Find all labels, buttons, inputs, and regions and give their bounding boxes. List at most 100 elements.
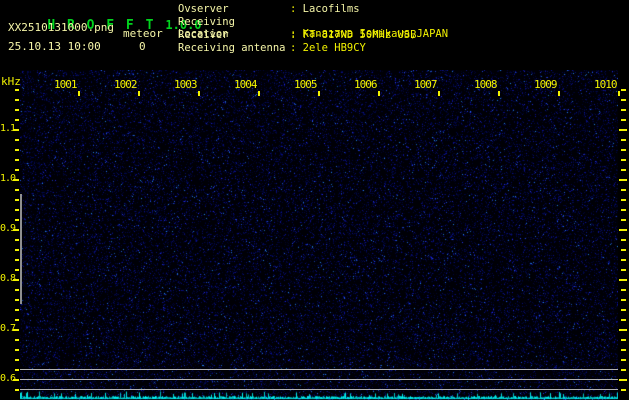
output-filename: XX2510131000.png xyxy=(8,21,114,34)
time-tick xyxy=(318,91,320,96)
time-tick xyxy=(198,91,200,96)
freq-tick-right xyxy=(621,289,626,291)
freq-axis-unit: kHz xyxy=(1,75,21,88)
freq-tick-right xyxy=(619,329,627,331)
freq-tick-left xyxy=(15,249,19,251)
freq-tick-right xyxy=(621,219,626,221)
freq-tick-left xyxy=(15,219,19,221)
freq-tick-left xyxy=(15,199,19,201)
freq-tick-left xyxy=(15,359,19,361)
info-label: Ovserver xyxy=(178,3,290,15)
info-row-observer: Ovserver: Lacofilms xyxy=(178,3,360,16)
datetime-label: 25.10.13 10:00 xyxy=(8,40,101,53)
freq-tick-label: 0.7 xyxy=(0,323,14,334)
time-tick-label: 1010 xyxy=(594,78,617,91)
freq-tick-right xyxy=(621,349,626,351)
time-tick-label: 1009 xyxy=(534,78,557,91)
freq-tick-left xyxy=(15,99,19,101)
freq-tick-left xyxy=(15,289,19,291)
freq-tick-left xyxy=(15,309,19,311)
freq-tick-left xyxy=(15,119,19,121)
freq-tick-left xyxy=(15,109,19,111)
time-tick xyxy=(618,91,620,96)
freq-tick-label: 0.6 xyxy=(0,373,14,384)
freq-tick-left xyxy=(15,149,19,151)
time-tick-label: 1008 xyxy=(474,78,497,91)
freq-tick-right xyxy=(621,209,626,211)
info-sep: : xyxy=(290,3,296,15)
freq-tick-right xyxy=(621,169,626,171)
freq-tick-right xyxy=(621,369,626,371)
freq-tick-right xyxy=(621,339,626,341)
freq-tick-left xyxy=(15,339,19,341)
freq-tick-left xyxy=(15,349,19,351)
time-tick-label: 1007 xyxy=(414,78,437,91)
info-row-location: Receiving Location: Kanazawa Ishikawa,JA… xyxy=(178,16,448,29)
freq-tick-right xyxy=(621,99,626,101)
freq-tick-right xyxy=(621,269,626,271)
time-tick xyxy=(438,91,440,96)
freq-tick-left xyxy=(15,299,19,301)
freq-tick-right xyxy=(621,319,626,321)
freq-tick-right xyxy=(621,199,626,201)
hrofft-screen: 1.11.00.90.80.70.61001100210031004100510… xyxy=(0,0,629,400)
time-tick-label: 1002 xyxy=(114,78,137,91)
time-tick xyxy=(498,91,500,96)
freq-tick-label: 1.0 xyxy=(0,173,14,184)
echo-count: 0 xyxy=(139,40,146,53)
freq-tick-right xyxy=(619,129,627,131)
freq-tick-left xyxy=(15,259,19,261)
baseline-line xyxy=(20,389,618,390)
axes-layer: 1.11.00.90.80.70.61001100210031004100510… xyxy=(0,0,629,400)
info-value: FT-817ND 50MHz USB xyxy=(303,29,417,41)
freq-tick-right xyxy=(621,189,626,191)
freq-tick-left xyxy=(15,89,19,91)
freq-tick-right xyxy=(621,159,626,161)
freq-tick-left xyxy=(15,139,19,141)
time-tick-label: 1005 xyxy=(294,78,317,91)
freq-tick-left xyxy=(15,159,19,161)
freq-tick-left xyxy=(15,389,19,391)
freq-tick-right xyxy=(619,179,627,181)
noise-range-bar xyxy=(20,194,22,304)
info-row-receiver: Receiver: FT-817ND 50MHz USB xyxy=(178,29,416,42)
mode-label: meteor xyxy=(123,27,163,40)
freq-tick-left xyxy=(15,319,19,321)
time-tick-label: 1001 xyxy=(54,78,77,91)
freq-tick-right xyxy=(621,309,626,311)
freq-tick-label: 0.9 xyxy=(0,223,14,234)
freq-tick-right xyxy=(621,359,626,361)
freq-tick-left xyxy=(15,189,19,191)
info-sep: : xyxy=(290,29,296,41)
time-tick xyxy=(558,91,560,96)
time-tick-label: 1006 xyxy=(354,78,377,91)
freq-tick-left xyxy=(15,169,19,171)
freq-tick-right xyxy=(619,229,627,231)
freq-tick-right xyxy=(621,109,626,111)
time-tick xyxy=(378,91,380,96)
info-value: Lacofilms xyxy=(303,3,360,15)
freq-tick-left xyxy=(15,239,19,241)
freq-tick-left xyxy=(15,269,19,271)
freq-tick-right xyxy=(621,239,626,241)
freq-tick-right xyxy=(621,389,626,391)
freq-tick-right xyxy=(619,379,627,381)
freq-tick-right xyxy=(621,259,626,261)
freq-tick-left xyxy=(15,209,19,211)
info-row-antenna: Receiving antenna: 2ele HB9CY xyxy=(178,42,366,55)
freq-tick-right xyxy=(621,249,626,251)
time-tick xyxy=(78,91,80,96)
baseline-line xyxy=(20,379,618,380)
freq-tick-right xyxy=(621,119,626,121)
freq-tick-right xyxy=(621,149,626,151)
freq-tick-right xyxy=(621,89,626,91)
freq-tick-label: 0.8 xyxy=(0,273,14,284)
freq-tick-left xyxy=(15,369,19,371)
time-tick-label: 1004 xyxy=(234,78,257,91)
time-tick-label: 1003 xyxy=(174,78,197,91)
info-label: Receiving antenna xyxy=(178,42,290,54)
freq-tick-right xyxy=(621,139,626,141)
time-tick xyxy=(258,91,260,96)
info-label: Receiver xyxy=(178,29,290,41)
freq-tick-right xyxy=(619,279,627,281)
